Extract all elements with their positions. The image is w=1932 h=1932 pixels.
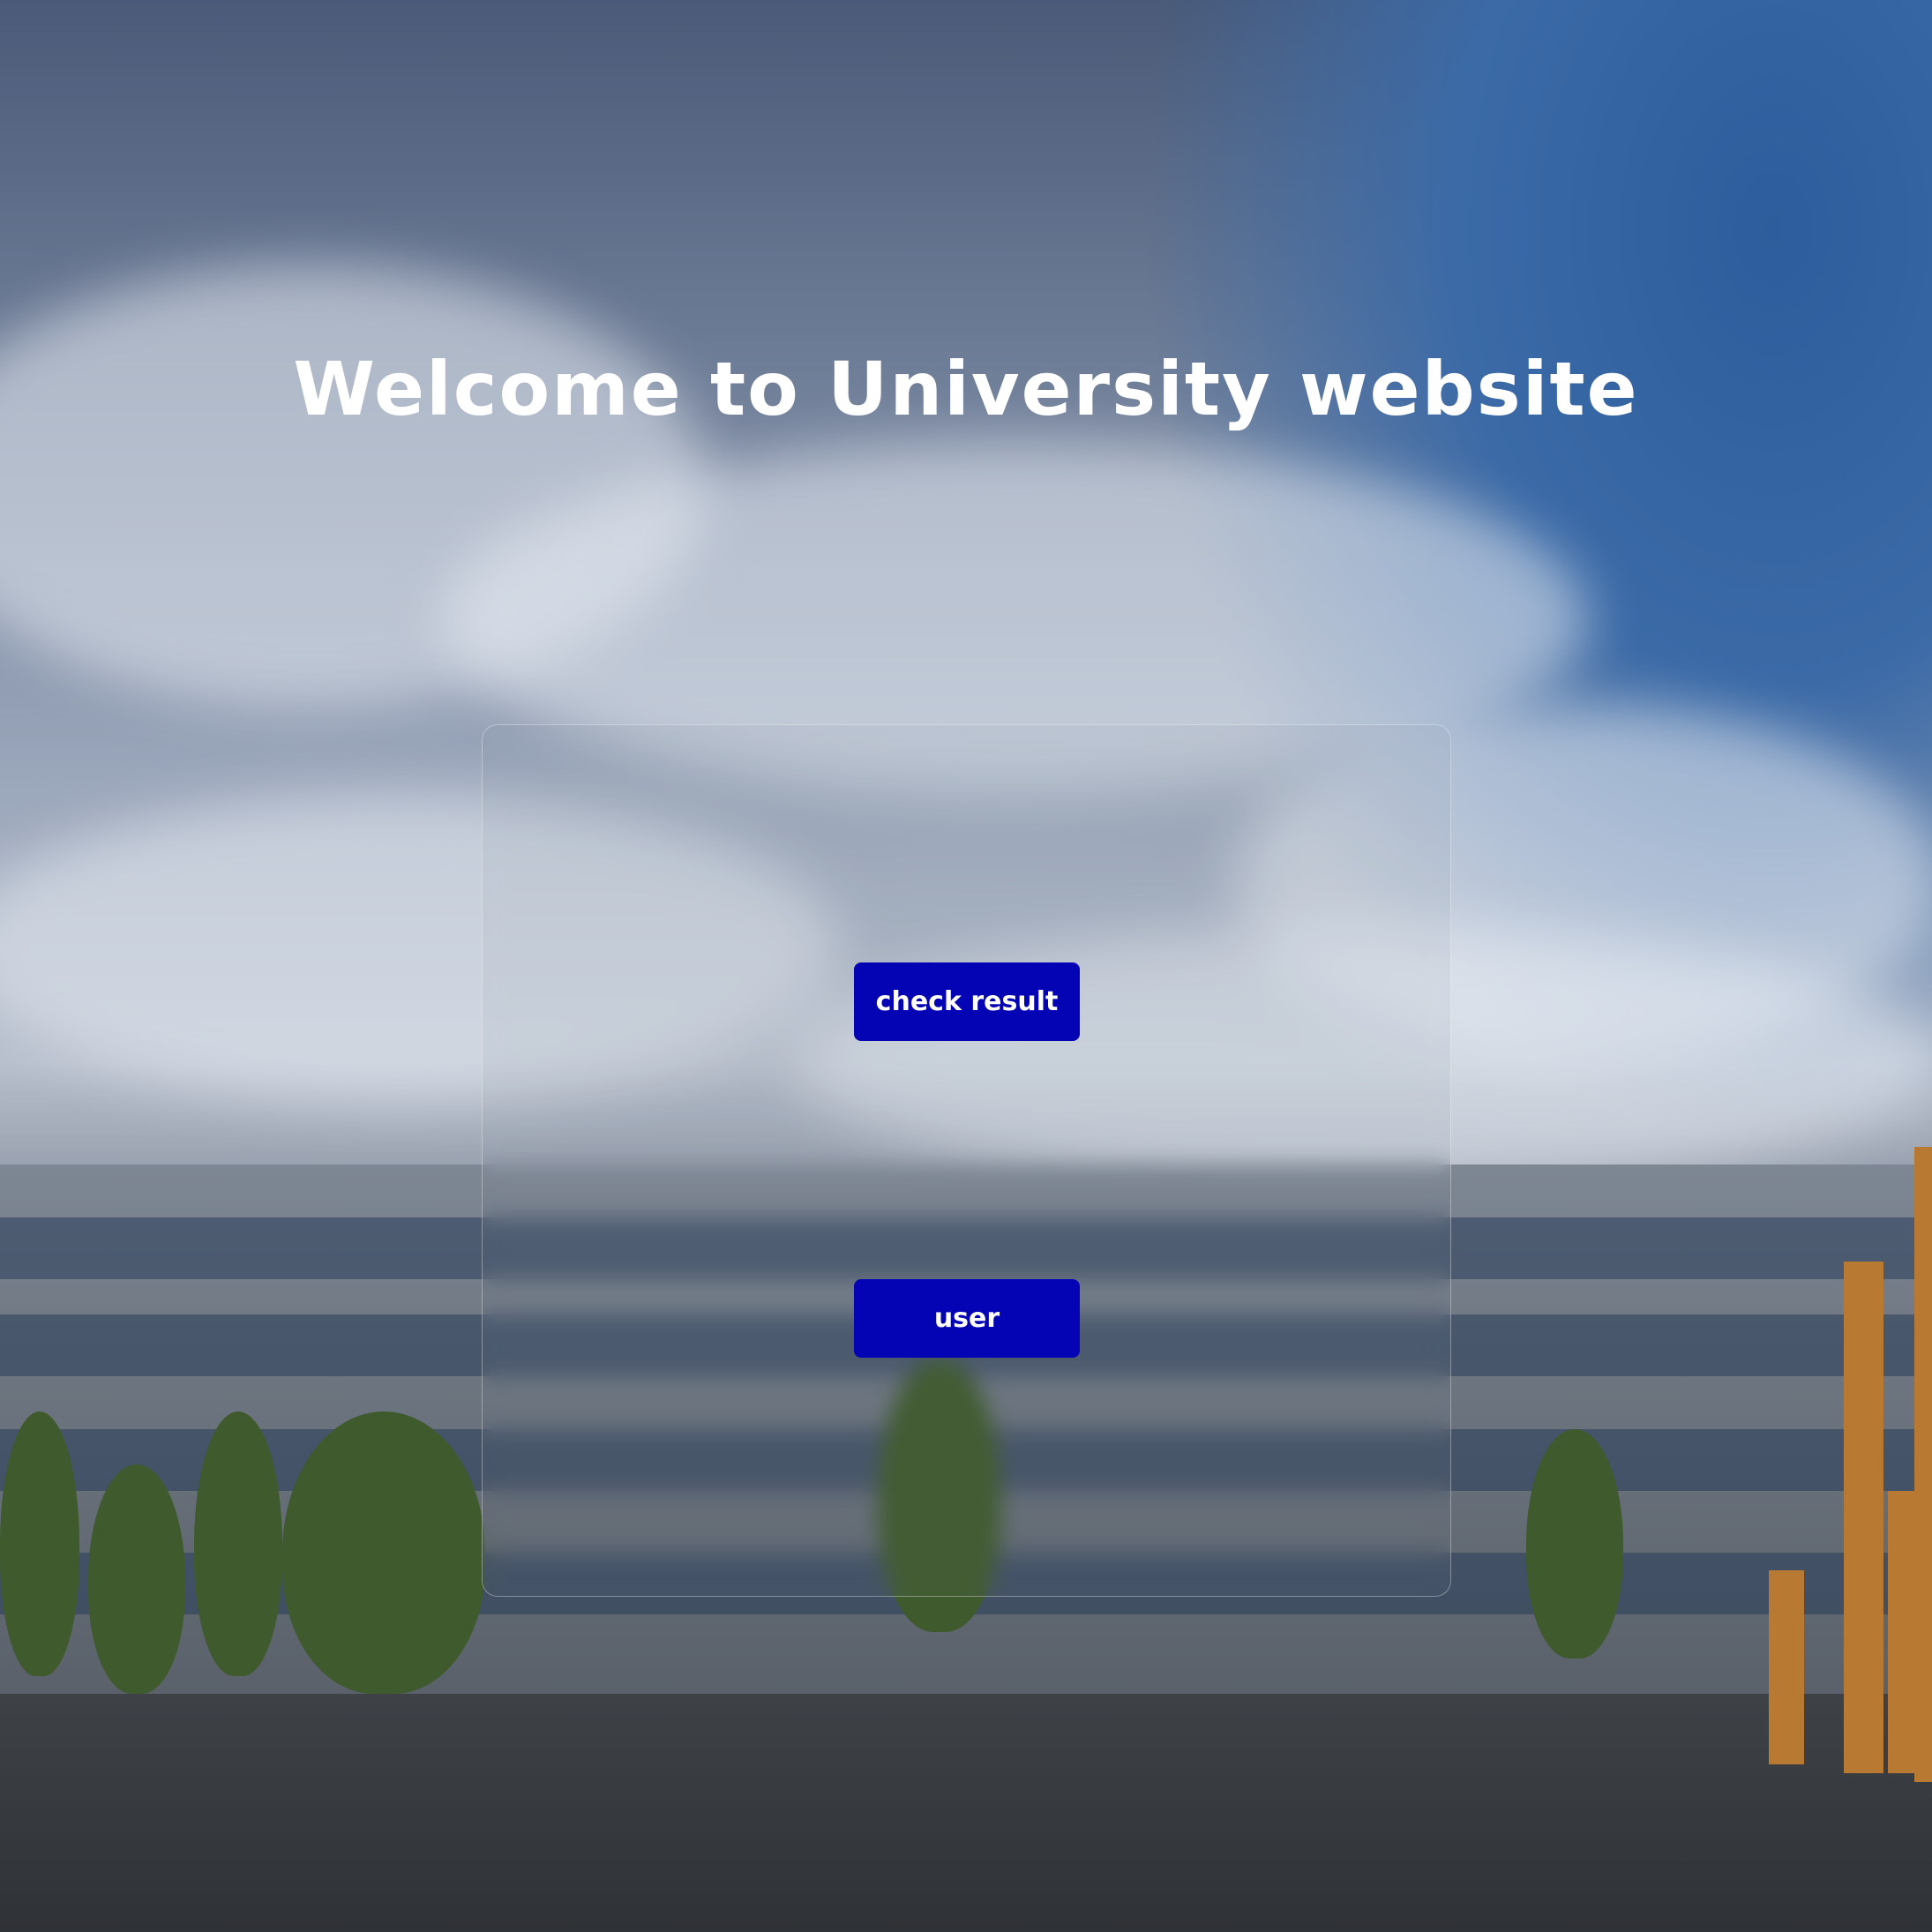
tree: [282, 1412, 485, 1694]
user-button[interactable]: user: [854, 1279, 1080, 1358]
tree: [1526, 1429, 1623, 1659]
pillar: [1769, 1570, 1804, 1764]
glass-panel: [482, 724, 1451, 1597]
pillar: [1914, 1147, 1932, 1782]
page-title: Welcome to University website: [293, 346, 1639, 432]
tree: [88, 1464, 185, 1694]
check-result-button[interactable]: check result: [854, 962, 1080, 1041]
tree: [194, 1412, 282, 1676]
tree: [0, 1412, 79, 1676]
road: [0, 1694, 1932, 1932]
pillar: [1844, 1262, 1883, 1773]
